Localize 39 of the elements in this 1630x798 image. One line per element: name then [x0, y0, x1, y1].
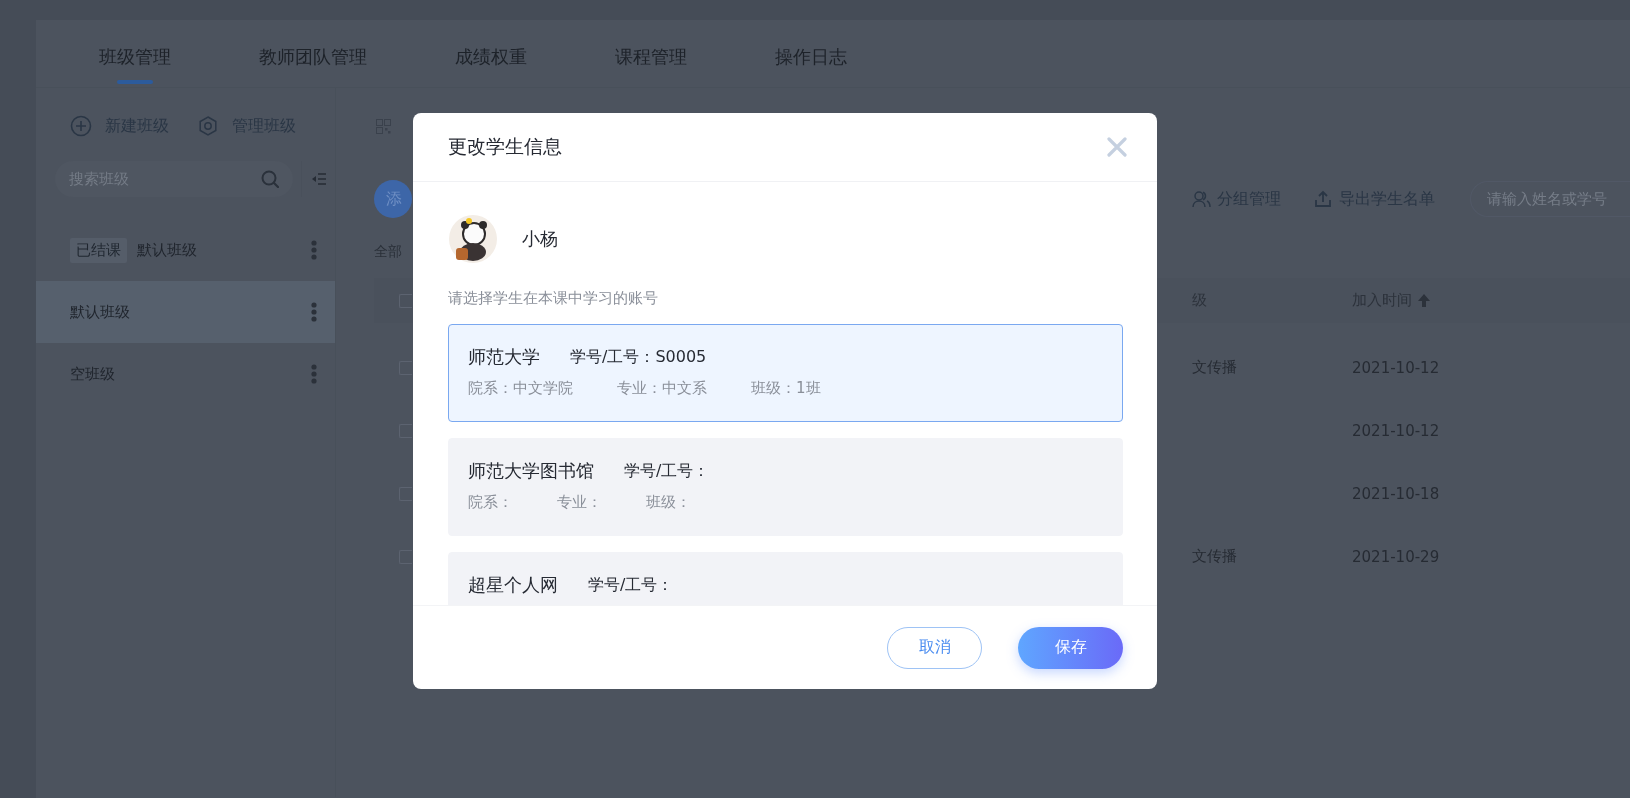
save-button[interactable]: 保存	[1018, 626, 1123, 669]
hint-text: 请选择学生在本课中学习的账号	[448, 289, 658, 307]
class-item[interactable]: 默认班级	[36, 281, 335, 343]
search-icon[interactable]	[261, 170, 280, 188]
more-icon[interactable]	[311, 364, 317, 384]
cancel-button[interactable]: 取消	[887, 626, 982, 669]
account-id: 学号/工号：S0005	[570, 346, 707, 368]
account-id: 学号/工号：	[624, 460, 710, 482]
settings-icon	[197, 115, 219, 137]
status-tag: 已结课	[70, 237, 127, 263]
account-card[interactable]: 超星个人网 学号/工号：	[448, 552, 1123, 605]
checkbox[interactable]	[399, 423, 412, 438]
upload-icon	[1314, 190, 1333, 208]
avatar	[448, 214, 498, 264]
account-id: 学号/工号：	[588, 574, 674, 596]
checkbox[interactable]	[399, 549, 412, 564]
student-name: 小杨	[522, 227, 558, 251]
account-detail: 院系：中文学院	[468, 379, 573, 399]
plus-circle-icon	[70, 115, 92, 137]
more-icon[interactable]	[311, 240, 317, 260]
sort-up-icon[interactable]	[1418, 294, 1430, 307]
school-name: 师范大学图书馆	[468, 459, 594, 483]
close-icon[interactable]	[1107, 137, 1127, 157]
more-icon[interactable]	[311, 302, 317, 322]
collapse-icon[interactable]	[310, 173, 327, 185]
school-name: 师范大学	[468, 345, 540, 369]
account-detail: 专业：中文系	[617, 379, 707, 399]
dialog-title: 更改学生信息	[448, 134, 562, 159]
account-detail: 班级：1班	[751, 379, 821, 399]
account-card[interactable]: 师范大学 学号/工号：S0005 院系：中文学院 专业：中文系 班级：1班	[448, 324, 1123, 422]
people-icon	[1192, 190, 1211, 208]
account-detail: 班级：	[646, 493, 691, 513]
account-card[interactable]: 师范大学图书馆 学号/工号： 院系： 专业： 班级：	[448, 438, 1123, 536]
school-name: 超星个人网	[468, 573, 558, 597]
account-detail: 院系：	[468, 493, 513, 513]
checkbox[interactable]	[399, 360, 412, 375]
account-detail: 专业：	[557, 493, 602, 513]
class-name: 默认班级	[70, 302, 131, 322]
checkbox[interactable]	[399, 486, 412, 501]
